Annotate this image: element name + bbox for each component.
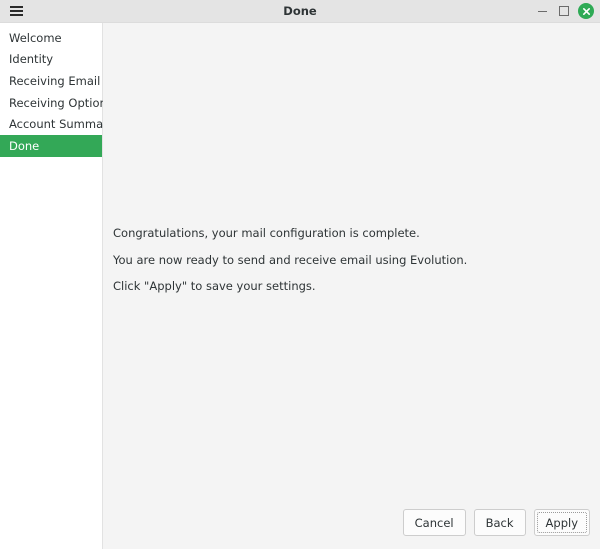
maximize-button[interactable] xyxy=(554,1,574,21)
sidebar-item-identity[interactable]: Identity xyxy=(0,49,102,71)
sidebar-item-done[interactable]: Done xyxy=(0,134,102,157)
minimize-icon xyxy=(537,10,547,12)
window-title: Done xyxy=(283,4,317,18)
window-controls xyxy=(532,0,596,22)
assistant-step-sidebar: Welcome Identity Receiving Email Receivi… xyxy=(0,23,115,549)
window-body: Welcome Identity Receiving Email Receivi… xyxy=(0,23,600,549)
back-button[interactable]: Back xyxy=(473,509,526,536)
close-button[interactable] xyxy=(576,1,596,21)
window-titlebar: Done xyxy=(0,0,600,23)
message-line-apply-hint: Click "Apply" to save your settings. xyxy=(113,279,316,293)
sidebar-item-receiving-email[interactable]: Receiving Email xyxy=(0,70,102,92)
content-area: Congratulations, your mail configuration… xyxy=(103,23,600,549)
close-icon xyxy=(578,3,594,19)
sidebar-item-label: Account Summary xyxy=(9,117,115,132)
cancel-button[interactable]: Cancel xyxy=(402,509,466,536)
sidebar-item-label: Receiving Email xyxy=(9,73,101,88)
sidebar-item-receiving-options[interactable]: Receiving Options xyxy=(0,92,113,114)
sidebar-item-label: Done xyxy=(9,138,40,153)
dialog-button-row: Cancel Back Apply xyxy=(402,509,590,536)
maximize-icon xyxy=(559,6,569,16)
apply-button[interactable]: Apply xyxy=(533,509,590,536)
hamburger-menu-icon xyxy=(9,6,23,16)
sidebar-item-welcome[interactable]: Welcome xyxy=(0,27,102,49)
assistant-window: Done Welcome Identity Receiving Email Re… xyxy=(0,0,600,549)
minimize-button[interactable] xyxy=(532,1,552,21)
completion-message: Congratulations, your mail configuration… xyxy=(113,226,467,293)
message-line-ready: You are now ready to send and receive em… xyxy=(113,252,468,267)
sidebar-item-label: Welcome xyxy=(9,30,62,45)
hamburger-menu-button[interactable] xyxy=(2,0,30,22)
sidebar-item-label: Identity xyxy=(9,52,54,67)
message-line-congratulations: Congratulations, your mail configuration… xyxy=(113,226,420,240)
sidebar-item-label: Receiving Options xyxy=(9,95,113,110)
sidebar-item-account-summary[interactable]: Account Summary xyxy=(0,113,115,135)
